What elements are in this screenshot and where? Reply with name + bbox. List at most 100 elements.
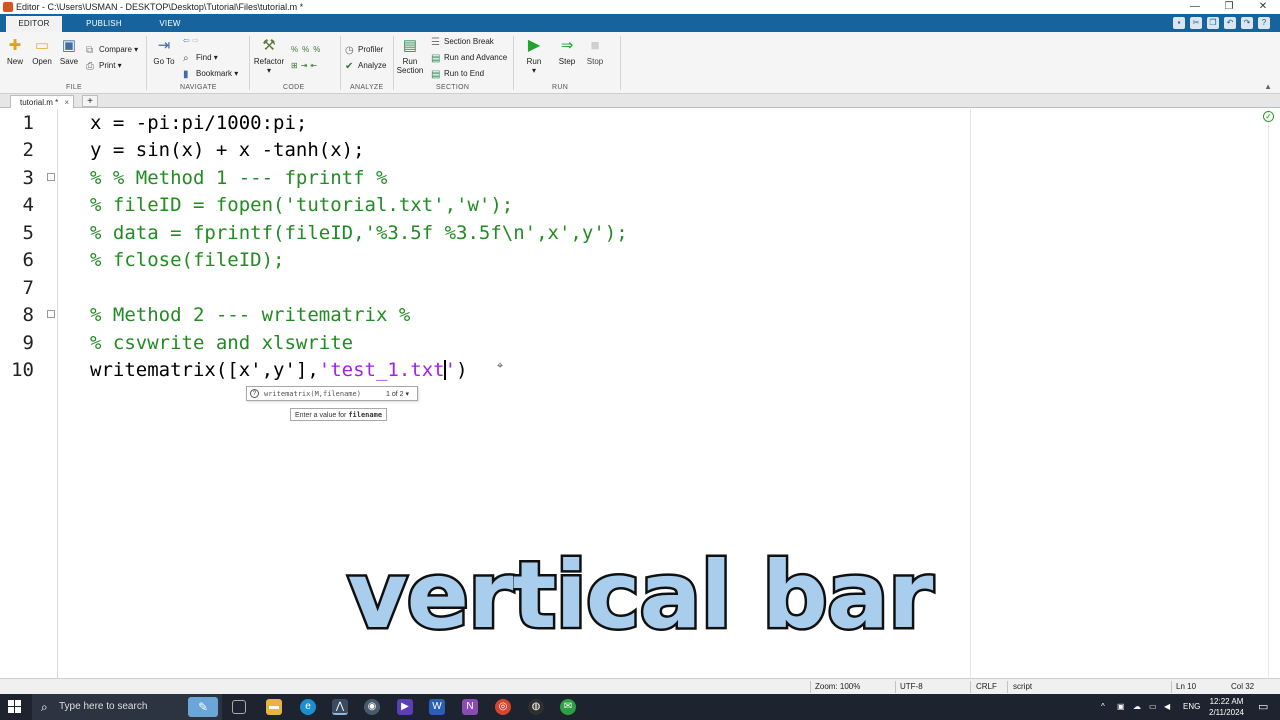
code-line[interactable]: y = sin(x) + x -tanh(x);	[90, 139, 365, 161]
section-break-button[interactable]: ☰ Section Break	[431, 36, 494, 48]
code-text: writematrix([x',y'],	[90, 359, 319, 381]
comment-wrap-icon[interactable]: %	[302, 45, 313, 54]
code-line[interactable]: % % Method 1 --- fprintf %	[90, 167, 387, 189]
back-arrow-icon[interactable]: ⇦	[183, 36, 190, 45]
code-analyzer-ok-icon[interactable]: ✓	[1263, 111, 1274, 122]
close-tab-icon[interactable]: ×	[64, 96, 69, 109]
overload-selector[interactable]: 1 of 2 ▾	[386, 390, 409, 398]
ribbon-divider	[393, 36, 394, 90]
comment-tools[interactable]: %%%	[291, 44, 324, 56]
search-placeholder: Type here to search	[59, 701, 148, 712]
comment-icon[interactable]: %	[291, 45, 302, 54]
media-app-icon[interactable]: ▶	[397, 699, 413, 715]
new-button[interactable]: ✚ New	[4, 38, 26, 67]
run-section-button[interactable]: ▤ Run Section	[396, 38, 424, 76]
compare-button[interactable]: ⧉ Compare ▾	[86, 44, 138, 56]
stop-button[interactable]: ■ Stop	[584, 38, 606, 67]
open-button[interactable]: ▭ Open	[30, 38, 54, 67]
printer-icon: ⎙	[86, 61, 94, 72]
line-number: 10	[11, 359, 34, 381]
cut-quick-icon[interactable]: ✂	[1190, 17, 1202, 29]
status-divider	[1171, 681, 1172, 693]
collapse-ribbon-icon[interactable]: ▲	[1264, 82, 1272, 91]
group-label-section: SECTION	[436, 84, 470, 91]
profiler-button[interactable]: ◷ Profiler	[345, 44, 383, 56]
uncomment-icon[interactable]: %	[313, 45, 324, 54]
indent-icon[interactable]: ⇥	[301, 61, 311, 70]
help-question-icon[interactable]: ?	[250, 389, 259, 398]
fold-section-icon[interactable]	[47, 310, 55, 318]
code-line[interactable]: % data = fprintf(fileID,'%3.5f %3.5f\n',…	[90, 222, 628, 244]
run-to-end-button[interactable]: ▤ Run to End	[431, 68, 484, 80]
taskbar-clock[interactable]: 12:22 AM 2/11/2024	[1209, 696, 1244, 718]
group-label-code: CODE	[283, 84, 305, 91]
bookmark-button[interactable]: ▮ Bookmark ▾	[183, 68, 238, 80]
tray-volume-icon[interactable]: ◀	[1164, 702, 1170, 711]
function-hint-popup[interactable]: ? writematrix(M,filename) 1 of 2 ▾	[246, 386, 418, 401]
windows-start-icon[interactable]	[8, 700, 22, 714]
goto-button[interactable]: ⇥ Go To	[152, 38, 176, 67]
help-quick-icon[interactable]: ?	[1258, 17, 1270, 29]
save-disk-icon: ▣	[61, 37, 77, 54]
obs-icon[interactable]: ◍	[528, 699, 544, 715]
save-button[interactable]: ▣ Save	[58, 37, 80, 67]
fold-section-icon[interactable]	[47, 173, 55, 181]
line-number: 1	[22, 112, 34, 134]
search-icon: ⌕	[41, 700, 48, 714]
tray-chevron-icon[interactable]: ^	[1101, 702, 1105, 711]
undo-quick-icon[interactable]: ↶	[1224, 17, 1236, 29]
code-line-active[interactable]: writematrix([x',y'],'test_1.txt')	[90, 359, 468, 381]
chrome-icon[interactable]: ◎	[495, 699, 511, 715]
copy-quick-icon[interactable]: ❐	[1207, 17, 1219, 29]
wechat-icon[interactable]: ✉	[560, 699, 576, 715]
line-number: 7	[22, 277, 34, 299]
outdent-icon[interactable]: ⇤	[310, 61, 320, 70]
tray-cloud-icon[interactable]: ☁	[1133, 702, 1141, 711]
close-window-button[interactable]: ✕	[1246, 0, 1280, 14]
tab-view[interactable]: VIEW	[142, 16, 198, 32]
status-encoding: UTF-8	[900, 682, 923, 691]
section-break-icon: ☰	[431, 37, 440, 48]
network-app-icon[interactable]: ◉	[364, 699, 380, 715]
indent-tools[interactable]: ⊞⇥⇤	[291, 60, 320, 72]
analyze-button[interactable]: ✔ Analyze	[345, 60, 386, 72]
code-line[interactable]: % csvwrite and xlswrite	[90, 332, 353, 354]
line-number: 2	[22, 139, 34, 161]
add-tab-button[interactable]: +	[82, 95, 98, 107]
tray-network-icon[interactable]: ▭	[1149, 702, 1157, 711]
code-line[interactable]: x = -pi:pi/1000:pi;	[90, 112, 307, 134]
task-view-icon[interactable]	[232, 700, 246, 714]
file-explorer-icon[interactable]: ▬	[266, 699, 282, 715]
analyze-check-icon: ✔	[345, 61, 354, 72]
code-line[interactable]: % fileID = fopen('tutorial.txt','w');	[90, 194, 513, 216]
tray-app-icon[interactable]: ▣	[1117, 702, 1125, 711]
taskbar-search-box[interactable]: ⌕ Type here to search ✎	[32, 694, 222, 720]
run-and-advance-button[interactable]: ▤ Run and Advance	[431, 52, 507, 64]
matlab-taskbar-icon[interactable]: ⋀	[332, 699, 348, 715]
doc-tab-tutorial[interactable]: tutorial.m * ×	[10, 95, 74, 108]
refactor-button[interactable]: ⚒ Refactor ▾	[253, 38, 285, 76]
back-forward-buttons[interactable]: ⇦ ⇨	[183, 35, 199, 47]
code-line[interactable]: % fclose(fileID);	[90, 249, 284, 271]
print-button[interactable]: ⎙ Print ▾	[86, 60, 122, 72]
find-button[interactable]: ⌕ Find ▾	[183, 52, 218, 64]
tab-editor[interactable]: EDITOR	[6, 16, 62, 32]
edge-browser-icon[interactable]: e	[300, 699, 316, 715]
word-icon[interactable]: W	[429, 699, 445, 715]
status-divider	[970, 681, 971, 693]
redo-quick-icon[interactable]: ↷	[1241, 17, 1253, 29]
minimize-button[interactable]: —	[1178, 0, 1212, 14]
argument-hint: Enter a value for filename	[290, 408, 388, 421]
code-line[interactable]: % Method 2 --- writematrix %	[90, 304, 410, 326]
status-line: Ln 10	[1176, 682, 1197, 691]
tray-language[interactable]: ENG	[1183, 702, 1200, 711]
onenote-icon[interactable]: N	[462, 699, 478, 715]
notification-icon[interactable]: ▭	[1258, 700, 1268, 713]
tab-publish[interactable]: PUBLISH	[76, 16, 132, 32]
smart-indent-icon[interactable]: ⊞	[291, 61, 301, 70]
run-button[interactable]: ▶ Run ▾	[523, 38, 545, 76]
restore-button[interactable]: ❐	[1212, 0, 1246, 14]
save-quick-icon[interactable]: ▪	[1173, 17, 1185, 29]
step-button[interactable]: ⇒ Step	[555, 38, 579, 67]
forward-arrow-icon[interactable]: ⇨	[192, 36, 199, 45]
